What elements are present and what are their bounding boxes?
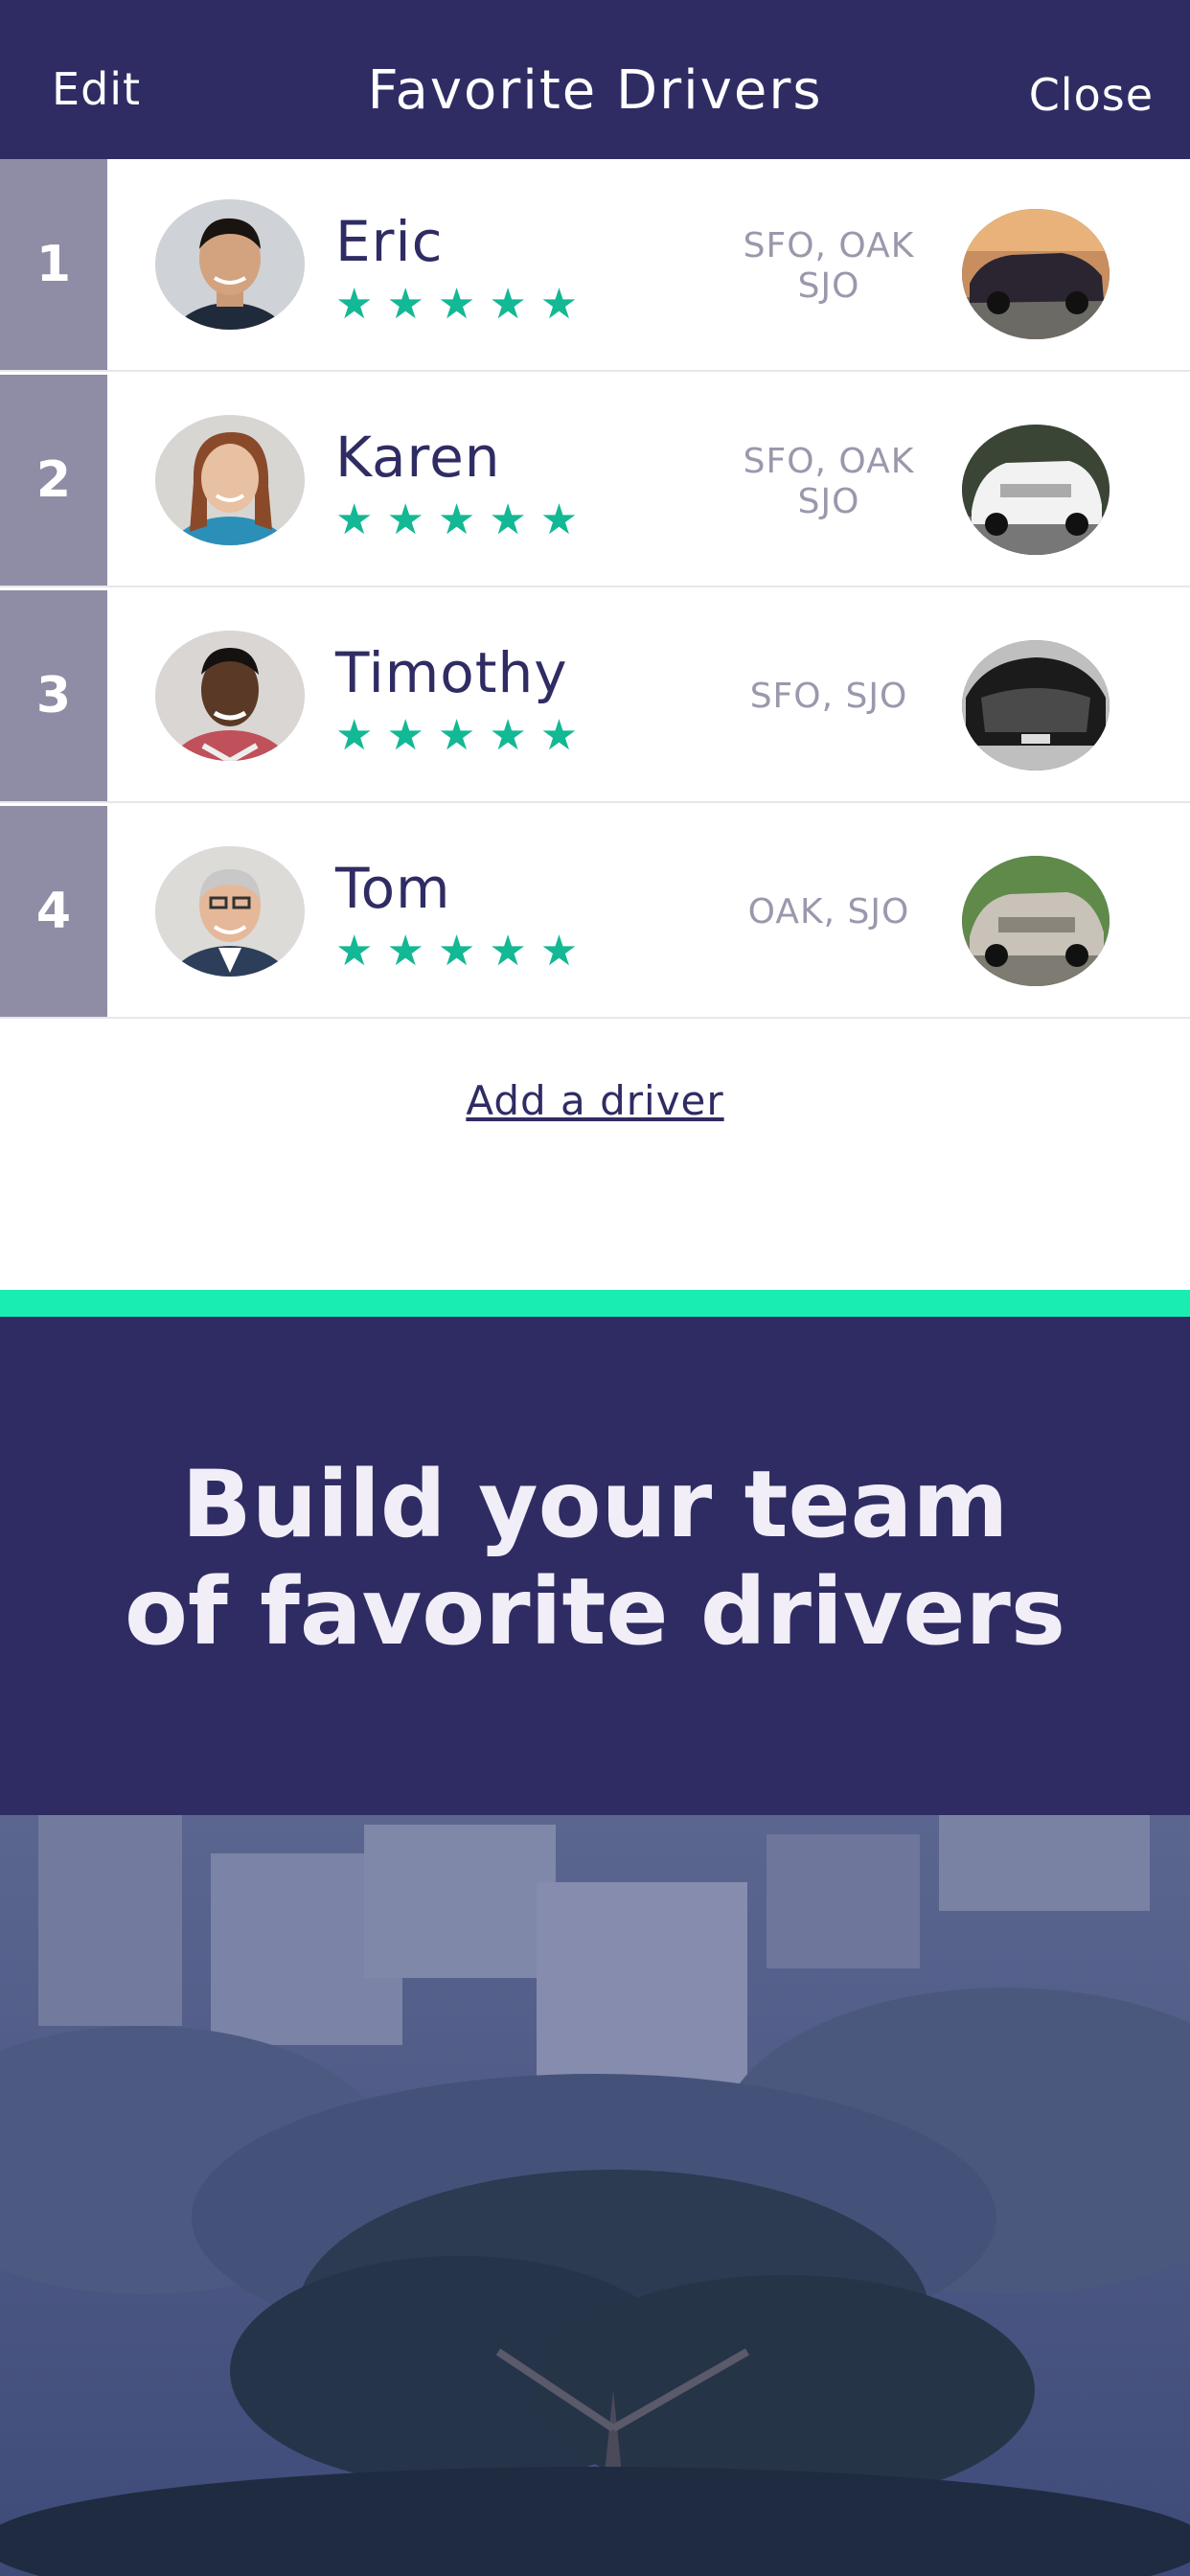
add-driver-link[interactable]: Add a driver — [0, 1077, 1190, 1124]
header-bar: Edit Favorite Drivers Close — [0, 0, 1190, 159]
background-photo — [0, 1815, 1190, 2576]
driver-name: Timothy — [335, 640, 568, 705]
rating-stars: ★★★★★ — [335, 711, 592, 760]
airport-list: SFO, OAK SJO — [709, 442, 949, 522]
airport-list: SFO, OAK SJO — [709, 226, 949, 307]
airports-line: SJO — [797, 482, 860, 521]
driver-avatar — [155, 199, 305, 330]
headline-line: of favorite drivers — [124, 1558, 1066, 1666]
airports-line: SJO — [797, 266, 860, 306]
rank-number: 4 — [0, 806, 107, 1017]
driver-name: Karen — [335, 425, 501, 490]
rating-stars: ★★★★★ — [335, 280, 592, 329]
driver-list: 1 Eric ★★★★★ SFO, OAK SJO 2 Karen ★★★★★ … — [0, 159, 1190, 1022]
airports-line: SFO, OAK — [743, 442, 915, 481]
accent-stripe — [0, 1290, 1190, 1317]
driver-row[interactable]: 1 Eric ★★★★★ SFO, OAK SJO — [0, 159, 1190, 372]
promo-headline: Build your team of favorite drivers — [0, 1451, 1190, 1666]
car-photo — [962, 209, 1110, 339]
driver-row[interactable]: 4 Tom ★★★★★ OAK, SJO — [0, 806, 1190, 1019]
driver-row[interactable]: 2 Karen ★★★★★ SFO, OAK SJO — [0, 375, 1190, 587]
rating-stars: ★★★★★ — [335, 495, 592, 544]
rank-number: 1 — [0, 159, 107, 370]
airports-line: SFO, OAK — [743, 226, 915, 265]
airports-line: SFO, SJO — [749, 677, 908, 716]
headline-line: Build your team — [181, 1451, 1009, 1558]
driver-row[interactable]: 3 Timothy ★★★★★ SFO, SJO — [0, 590, 1190, 803]
driver-avatar — [155, 415, 305, 545]
driver-name: Tom — [335, 856, 451, 921]
car-photo — [962, 425, 1110, 555]
driver-avatar — [155, 846, 305, 977]
airport-list: SFO, SJO — [709, 677, 949, 717]
car-photo — [962, 856, 1110, 986]
airports-line: OAK, SJO — [747, 892, 910, 932]
page-title: Favorite Drivers — [367, 59, 823, 122]
rating-stars: ★★★★★ — [335, 927, 592, 976]
promo-banner: Build your team of favorite drivers — [0, 1317, 1190, 1815]
close-button[interactable]: Close — [1029, 69, 1154, 121]
driver-name: Eric — [335, 209, 444, 274]
driver-avatar — [155, 631, 305, 761]
car-photo — [962, 640, 1110, 770]
rank-number: 3 — [0, 590, 107, 801]
airport-list: OAK, SJO — [709, 892, 949, 932]
rank-number: 2 — [0, 375, 107, 586]
